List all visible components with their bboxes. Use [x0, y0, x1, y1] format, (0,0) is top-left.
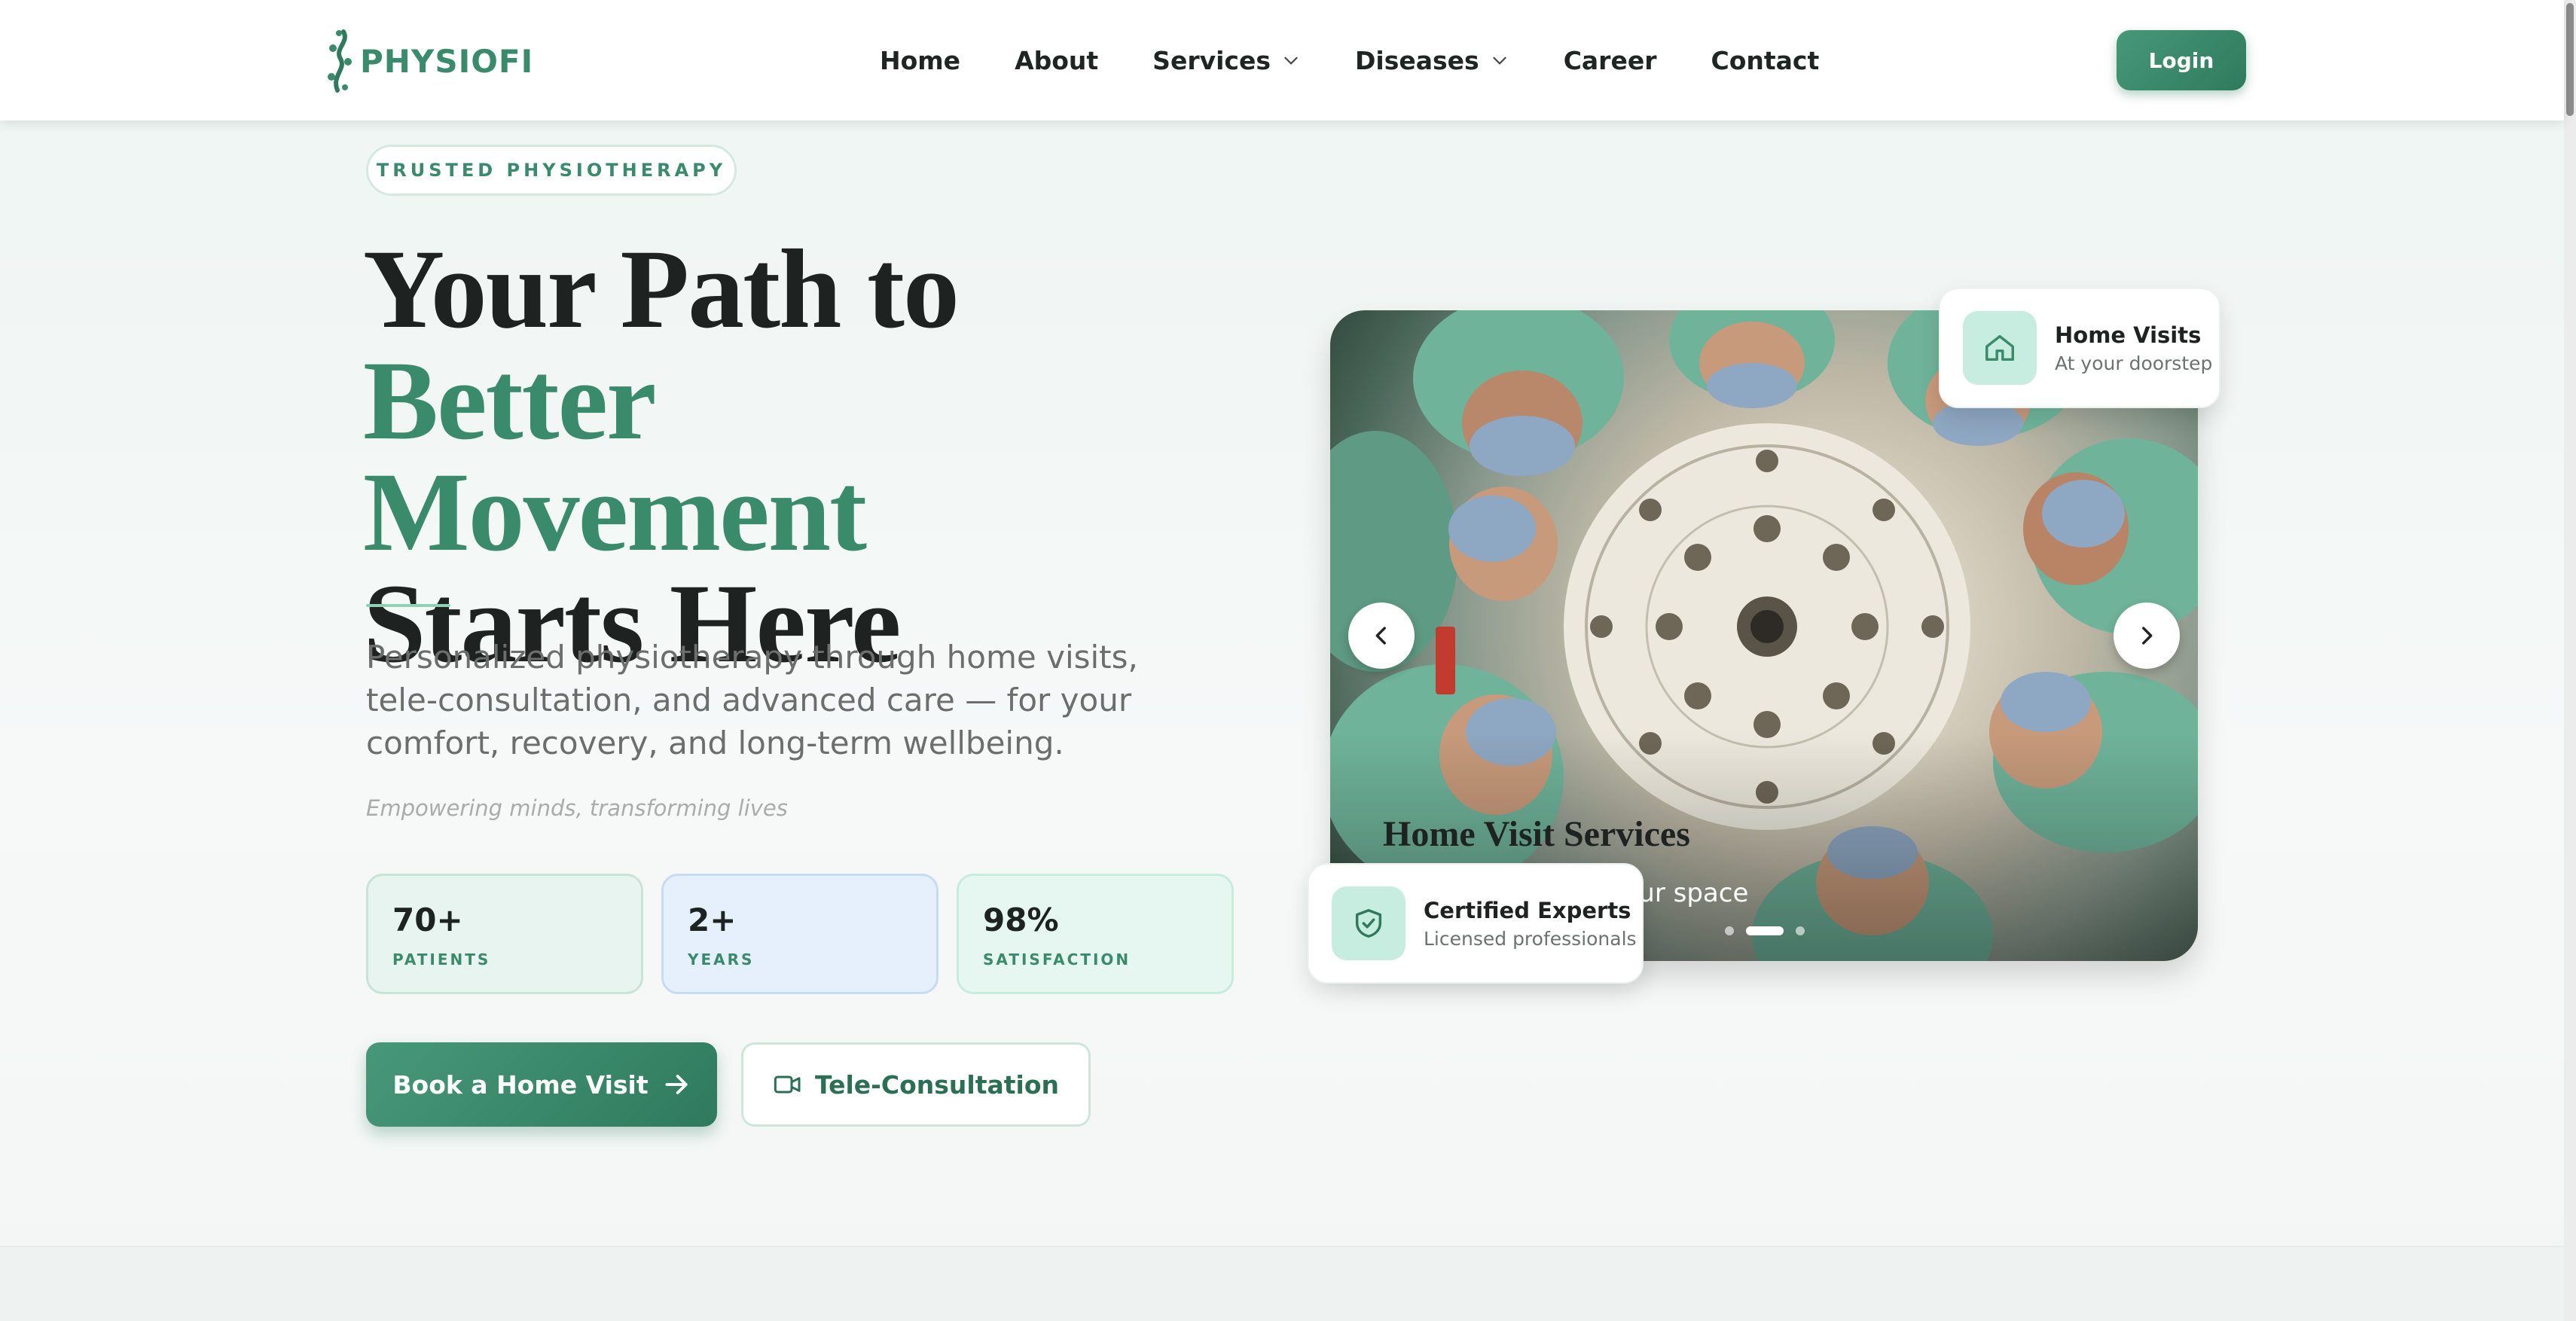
chevron-down-icon: [1284, 56, 1298, 65]
stat-value: 2+: [688, 902, 737, 938]
nav-about[interactable]: About: [1015, 46, 1098, 75]
slide-subtitle: n your space: [1583, 878, 1749, 908]
scrollbar-thumb[interactable]: [2566, 3, 2574, 116]
brand-logo[interactable]: PHYSIOFI: [324, 27, 533, 95]
video-camera-icon: [774, 1075, 801, 1094]
chevron-down-icon: [1493, 56, 1506, 65]
stat-value: 98%: [983, 902, 1059, 938]
main-nav: Home About Services Diseases Career Cont…: [880, 38, 1819, 83]
stat-card-years: 2+ YEARS: [661, 874, 939, 994]
brand-name: PHYSIOFI: [360, 42, 534, 80]
nav-services-label: Services: [1152, 45, 1271, 75]
headline-accent-movement: Movement: [363, 450, 867, 575]
page-scrollbar[interactable]: [2564, 0, 2576, 1321]
carousel-prev-button[interactable]: [1348, 603, 1415, 669]
certified-title: Certified Experts: [1424, 897, 1631, 923]
nav-contact-label: Contact: [1711, 45, 1820, 75]
nav-home[interactable]: Home: [880, 46, 960, 75]
headline-accent-better: Better: [363, 338, 657, 463]
nav-career[interactable]: Career: [1564, 46, 1657, 75]
home-visits-icon-box: [1963, 311, 2037, 385]
next-section-edge: [0, 1246, 2564, 1321]
stat-card-satisfaction: 98% SATISFACTION: [957, 874, 1234, 994]
nav-home-label: Home: [880, 45, 961, 75]
carousel-dots: [1725, 926, 1817, 935]
book-home-visit-label: Book a Home Visit: [392, 1069, 649, 1100]
tele-consultation-label: Tele-Consultation: [814, 1069, 1060, 1100]
login-button[interactable]: Login: [2117, 30, 2246, 90]
carousel-dot[interactable]: [1725, 926, 1734, 935]
slide-title: Home Visit Services: [1383, 814, 1690, 854]
nav-diseases-label: Diseases: [1355, 45, 1479, 75]
home-visits-title: Home Visits: [2055, 322, 2202, 348]
hero-badge: TRUSTED PHYSIOTHERAPY: [366, 145, 737, 196]
nav-diseases[interactable]: Diseases: [1355, 46, 1509, 75]
hero-divider: [366, 604, 450, 607]
home-icon: [1985, 334, 2014, 362]
nav-career-label: Career: [1563, 45, 1657, 75]
stat-value: 70+: [392, 902, 463, 938]
stat-card-patients: 70+ PATIENTS: [366, 874, 643, 994]
carousel-next-button[interactable]: [2114, 603, 2180, 669]
stat-label: YEARS: [688, 950, 755, 969]
carousel-dot-active[interactable]: [1746, 926, 1784, 935]
headline-plain: Your Path to: [363, 227, 960, 352]
arrow-right-icon: [665, 1075, 688, 1094]
certified-subtitle: Licensed professionals: [1424, 927, 1637, 950]
chevron-left-icon: [1375, 627, 1386, 645]
nav-services[interactable]: Services: [1152, 46, 1301, 75]
certified-experts-card: Certified Experts Licensed professionals: [1308, 863, 1644, 984]
stat-label: PATIENTS: [392, 950, 491, 969]
tele-consultation-button[interactable]: Tele-Consultation: [741, 1042, 1091, 1127]
home-visits-subtitle: At your doorstep: [2055, 352, 2213, 374]
carousel-dot[interactable]: [1796, 926, 1805, 935]
spine-logo-icon: [328, 29, 352, 93]
certified-icon-box: [1332, 886, 1406, 960]
shield-check-icon: [1355, 909, 1382, 938]
stat-label: SATISFACTION: [983, 950, 1131, 969]
hero-headline: Your Path to Better Movement Starts Here: [363, 233, 1267, 680]
hero-tagline: Empowering minds, transforming lives: [366, 795, 788, 821]
book-home-visit-button[interactable]: Book a Home Visit: [366, 1042, 717, 1127]
nav-about-label: About: [1015, 45, 1099, 75]
home-visits-card: Home Visits At your doorstep: [1939, 288, 2220, 408]
nav-contact[interactable]: Contact: [1711, 46, 1820, 75]
site-header: PHYSIOFI Home About Services Diseases Ca…: [0, 0, 2564, 121]
chevron-right-icon: [2142, 627, 2153, 645]
hero-lead: Personalized physiotherapy through home …: [366, 639, 1138, 761]
